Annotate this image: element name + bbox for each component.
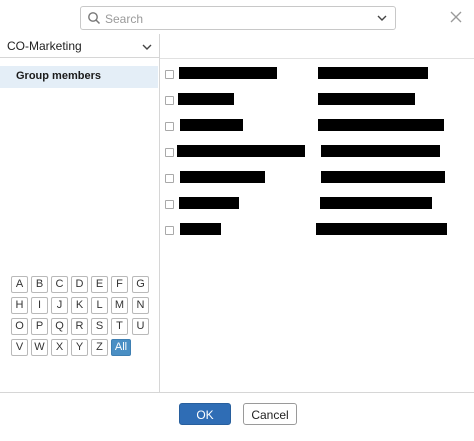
alpha-key-s[interactable]: S <box>91 318 108 335</box>
alpha-key-all[interactable]: All <box>111 339 131 356</box>
chevron-down-icon <box>142 44 152 50</box>
alpha-key-g[interactable]: G <box>132 276 149 293</box>
row-checkbox[interactable] <box>165 96 174 105</box>
alpha-key-e[interactable]: E <box>91 276 108 293</box>
redacted-email <box>321 171 445 183</box>
redacted-email <box>316 223 447 235</box>
redacted-name <box>180 119 243 131</box>
table-row[interactable] <box>160 67 474 83</box>
redacted-name <box>178 93 234 105</box>
alpha-key-l[interactable]: L <box>91 297 108 314</box>
sidebar-item-group-members[interactable]: Group members <box>0 66 158 88</box>
redacted-email <box>318 93 415 105</box>
dialog-header <box>0 0 474 35</box>
alpha-key-d[interactable]: D <box>71 276 88 293</box>
redacted-email <box>318 67 428 79</box>
row-checkbox[interactable] <box>165 226 174 235</box>
redacted-email <box>318 119 444 131</box>
cancel-button[interactable]: Cancel <box>243 403 297 425</box>
alpha-key-x[interactable]: X <box>51 339 68 356</box>
dialog-footer: OK Cancel <box>0 392 474 441</box>
redacted-email <box>321 145 440 157</box>
row-checkbox[interactable] <box>165 174 174 183</box>
row-checkbox[interactable] <box>165 70 174 79</box>
search-icon <box>88 12 101 25</box>
alpha-key-o[interactable]: O <box>11 318 28 335</box>
table-row[interactable] <box>160 171 474 187</box>
close-icon[interactable] <box>450 11 462 23</box>
alpha-key-h[interactable]: H <box>11 297 28 314</box>
sidebar-item-label: Group members <box>16 70 101 82</box>
alpha-key-c[interactable]: C <box>51 276 68 293</box>
table-row[interactable] <box>160 93 474 109</box>
alpha-key-m[interactable]: M <box>111 297 128 314</box>
redacted-email <box>320 197 432 209</box>
redacted-name <box>180 171 265 183</box>
alpha-key-u[interactable]: U <box>132 318 149 335</box>
alpha-key-b[interactable]: B <box>31 276 48 293</box>
chevron-down-icon[interactable] <box>377 13 387 23</box>
alpha-key-v[interactable]: V <box>11 339 28 356</box>
row-checkbox[interactable] <box>165 200 174 209</box>
alpha-key-k[interactable]: K <box>71 297 88 314</box>
search-input[interactable] <box>103 9 367 29</box>
ok-button[interactable]: OK <box>179 403 231 425</box>
redacted-name <box>180 223 221 235</box>
row-checkbox[interactable] <box>165 122 174 131</box>
alpha-key-p[interactable]: P <box>31 318 48 335</box>
left-pane: CO-Marketing Group members A B C D E F G… <box>0 34 160 392</box>
alpha-key-j[interactable]: J <box>51 297 68 314</box>
alpha-key-q[interactable]: Q <box>51 318 68 335</box>
members-pane <box>160 34 474 392</box>
alpha-key-z[interactable]: Z <box>91 339 108 356</box>
alpha-key-f[interactable]: F <box>111 276 128 293</box>
table-row[interactable] <box>160 197 474 213</box>
alpha-key-i[interactable]: I <box>31 297 48 314</box>
table-row[interactable] <box>160 223 474 239</box>
redacted-name <box>179 197 239 209</box>
alpha-key-y[interactable]: Y <box>71 339 88 356</box>
members-header <box>160 34 474 59</box>
group-selector-value: CO-Marketing <box>7 39 82 53</box>
row-checkbox[interactable] <box>165 148 174 157</box>
alpha-key-n[interactable]: N <box>132 297 149 314</box>
alpha-key-r[interactable]: R <box>71 318 88 335</box>
alpha-key-w[interactable]: W <box>31 339 48 356</box>
group-selector[interactable]: CO-Marketing <box>0 34 159 58</box>
alpha-key-a[interactable]: A <box>11 276 28 293</box>
redacted-name <box>177 145 305 157</box>
redacted-name <box>179 67 277 79</box>
table-row[interactable] <box>160 119 474 135</box>
table-row[interactable] <box>160 145 474 161</box>
alpha-key-t[interactable]: T <box>111 318 128 335</box>
search-box[interactable] <box>80 6 396 30</box>
